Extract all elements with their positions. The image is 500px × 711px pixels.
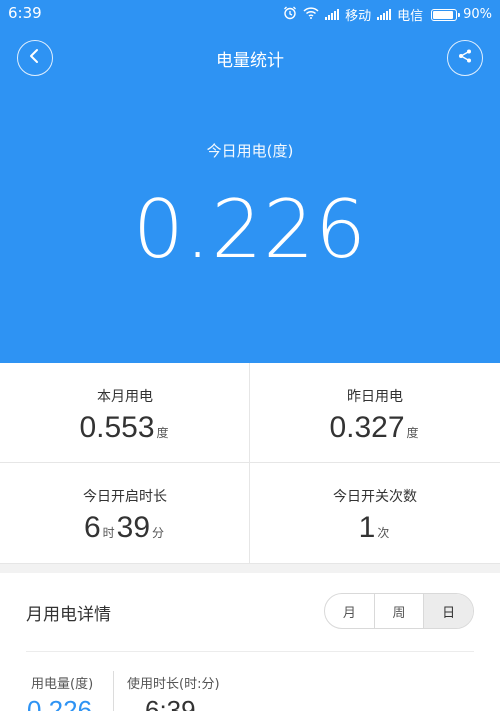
grid-divider-horizontal [0,462,500,463]
stat-switch-count-unit: 次 [377,526,390,540]
today-usage-label: 今日用电(度) [206,142,294,160]
tab-day[interactable]: 日 [424,594,473,628]
stat-month-value: 0.553 [79,411,155,444]
signal-icon [377,9,392,20]
carrier-1: 移动 [345,9,372,24]
page-title: 电量统计 [216,51,284,71]
alarm-icon [283,6,297,24]
section-separator [0,563,500,573]
battery-icon [431,8,461,21]
stat-month-value-row: 0.553 度 [0,411,250,445]
stat-switch-count-value: 1 [358,511,376,544]
tab-month[interactable]: 月 [325,594,375,628]
stat-on-time-hours: 6 [83,511,101,544]
carrier-2: 电信 [397,9,424,24]
stat-switch-count-value-row: 1次 [250,511,500,545]
today-usage-value: 0.226 [132,183,368,276]
share-button[interactable] [447,40,483,76]
stats-grid: 本月用电 0.553 度 昨日用电 0.327 度 今日开启时长 6 时39 分 今日开… [0,363,500,563]
header-panel: 6:39 移动 电信 90% 电量统计 今日用电(度) 0.226 [0,0,500,363]
stat-yesterday-value-row: 0.327 度 [250,411,500,445]
period-segmented-control: 月 周 日 [324,593,474,629]
duration-value: 6:39 [145,695,196,711]
stat-month-unit: 度 [156,426,169,440]
stat-on-time-minutes-unit: 分 [152,526,165,540]
detail-divider [26,651,474,652]
stat-on-time-value-row: 6 时39 分 [0,511,250,545]
stat-month: 本月用电 0.553 度 [0,363,250,463]
stat-on-time: 今日开启时长 6 时39 分 [0,463,250,563]
stat-month-label: 本月用电 [97,389,153,405]
metric-divider [113,671,114,711]
stat-yesterday-value: 0.327 [329,411,405,444]
status-right: 移动 电信 90% [283,5,492,24]
share-icon [457,48,473,68]
usage-value: 0.226 [27,695,93,711]
stat-switch-count: 今日开关次数 1次 [250,463,500,563]
duration-label: 使用时长(时:分) [127,677,220,692]
monthly-detail-card: 月用电详情 月 周 日 用电量(度) 使用时长(时:分) 0.226 6:39 [0,573,500,711]
stat-on-time-minutes: 39 [116,511,151,544]
status-time: 6:39 [8,4,42,22]
detail-title: 月用电详情 [26,605,111,625]
stat-on-time-hours-unit: 时 [102,526,115,540]
stat-yesterday-unit: 度 [406,426,419,440]
battery-percent: 90% [463,7,492,22]
stat-yesterday: 昨日用电 0.327 度 [250,363,500,463]
usage-label: 用电量(度) [31,677,94,692]
wifi-icon [303,6,319,23]
tab-week[interactable]: 周 [375,594,425,628]
stat-yesterday-label: 昨日用电 [347,389,403,405]
battery-fill [433,10,453,19]
signal-icon [325,9,340,20]
stat-switch-count-label: 今日开关次数 [333,489,417,505]
status-bar: 6:39 移动 电信 90% [0,0,500,28]
grid-divider-vertical [249,363,250,563]
stat-on-time-label: 今日开启时长 [83,489,167,505]
